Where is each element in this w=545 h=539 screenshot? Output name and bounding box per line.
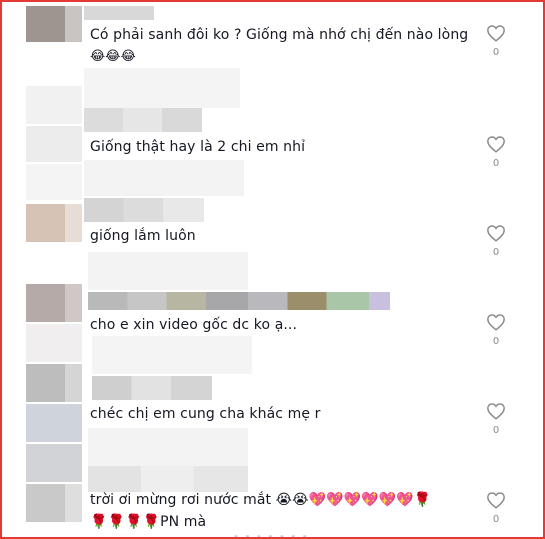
avatar[interactable] — [26, 364, 82, 402]
comment-emoji-line: 😂😂😂 — [90, 49, 136, 64]
avatar[interactable] — [26, 204, 82, 242]
like-count: 0 — [492, 47, 500, 58]
like-button[interactable]: 0 — [485, 491, 507, 525]
username-blur[interactable] — [88, 292, 390, 310]
like-count: 0 — [492, 247, 500, 258]
username-blur[interactable] — [92, 376, 212, 400]
username-blur[interactable] — [84, 6, 154, 20]
avatar[interactable] — [26, 444, 82, 482]
username-blur[interactable] — [88, 466, 248, 492]
heart-outline-icon — [487, 314, 505, 331]
blur-block — [26, 324, 82, 362]
blur-block — [88, 428, 248, 466]
comment-body: giống lắm luôn — [90, 228, 196, 244]
comment-text: Có phải sanh đôi ko ? Giống mà nhớ chị đ… — [90, 27, 468, 64]
comment-body: Giống thật hay là 2 chi em nhỉ — [90, 139, 306, 155]
like-count: 0 — [492, 514, 500, 525]
like-count: 0 — [492, 336, 500, 347]
like-count: 0 — [492, 158, 500, 169]
truncated-text: - - - - - - - — [234, 529, 309, 539]
comment-body-line2: 🌹🌹🌹🌹PN mà — [90, 514, 207, 530]
comment-text: cho e xin video gốc dc ko ạ... — [90, 317, 297, 333]
blur-block — [26, 404, 82, 442]
avatar[interactable] — [26, 86, 82, 124]
comment-body: cho e xin video gốc dc ko ạ... — [90, 317, 298, 333]
avatar[interactable] — [26, 284, 82, 322]
username-blur[interactable] — [84, 108, 202, 132]
comment-text: Giống thật hay là 2 chi em nhỉ — [90, 139, 305, 155]
heart-outline-icon — [487, 136, 505, 153]
like-button[interactable]: 0 — [485, 402, 507, 436]
blur-block — [84, 68, 240, 108]
blur-block — [88, 252, 248, 290]
like-button[interactable]: 0 — [485, 224, 507, 258]
comment-text: trời ơi mừng rơi nước mắt 😭😭💖💖💖💖💖💖🌹 🌹🌹🌹🌹… — [90, 492, 431, 530]
avatar[interactable] — [26, 6, 82, 42]
like-count: 0 — [492, 425, 500, 436]
heart-outline-icon — [487, 492, 505, 509]
heart-outline-icon — [487, 225, 505, 242]
blur-block — [26, 126, 82, 162]
comment-text: chéc chị em cung cha khác mẹ r — [90, 406, 321, 422]
comment-body: trời ơi mừng rơi nước mắt 😭😭💖💖💖💖💖💖🌹 — [90, 492, 432, 508]
blur-block — [92, 336, 252, 374]
like-button[interactable]: 0 — [485, 313, 507, 347]
comments-screenshot-frame: Có phải sanh đôi ko ? Giống mà nhớ chị đ… — [0, 0, 545, 539]
avatar[interactable] — [26, 484, 82, 522]
blur-block — [26, 164, 82, 200]
username-blur[interactable] — [84, 198, 204, 222]
comment-body: chéc chị em cung cha khác mẹ r — [90, 406, 321, 422]
comment-text: giống lắm luôn — [90, 228, 196, 244]
blur-block — [84, 160, 244, 196]
heart-outline-icon — [487, 403, 505, 420]
like-button[interactable]: 0 — [485, 135, 507, 169]
comment-body: Có phải sanh đôi ko ? Giống mà nhớ chị đ… — [90, 27, 469, 43]
heart-outline-icon — [487, 25, 505, 42]
like-button[interactable]: 0 — [485, 24, 507, 58]
